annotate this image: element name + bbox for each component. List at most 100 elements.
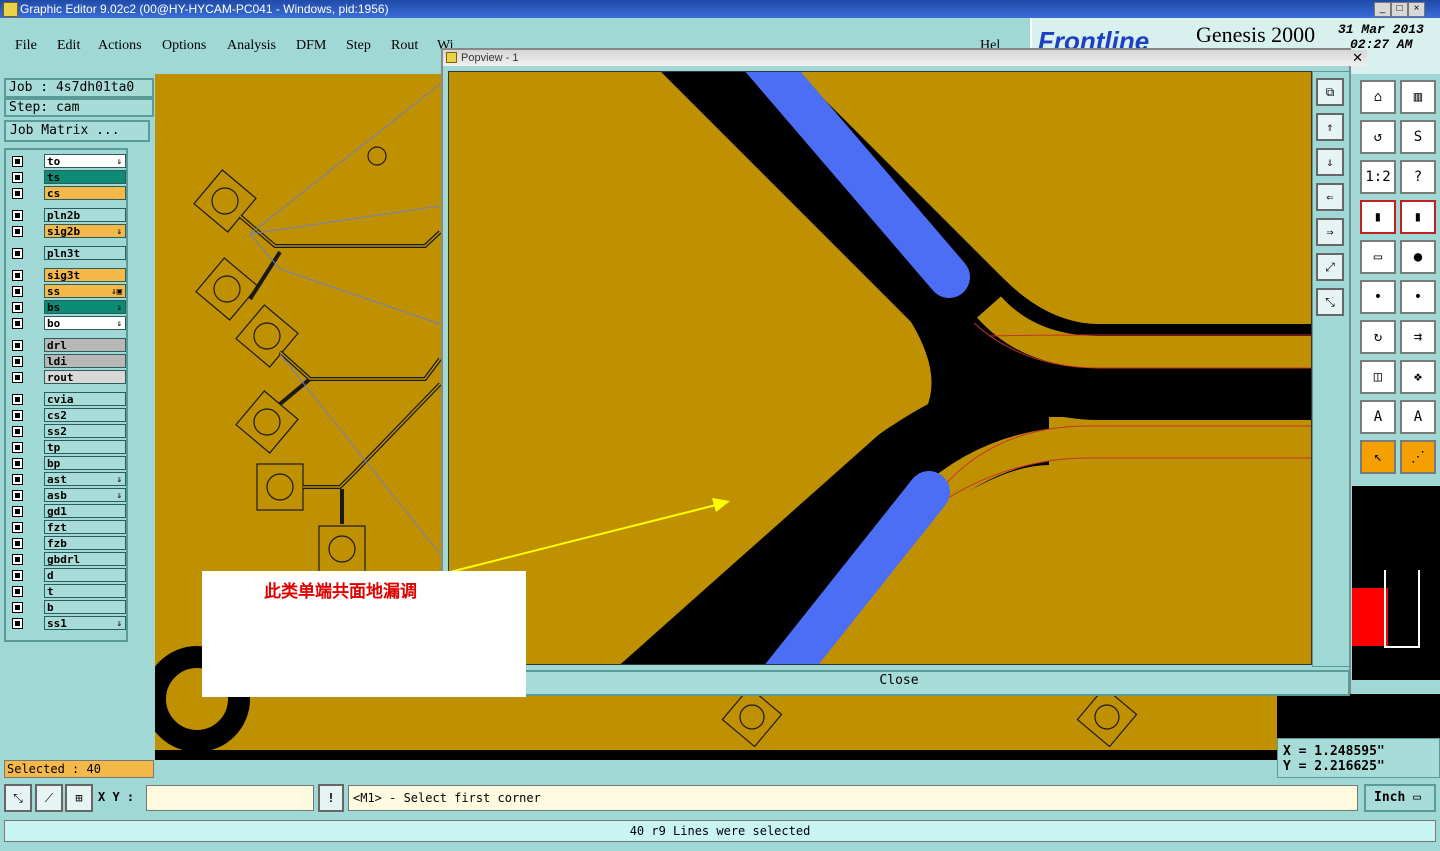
layer-name[interactable]: to ⇓ [44, 154, 126, 168]
layer-checkbox[interactable] [12, 302, 23, 313]
menu-dfm[interactable]: DFM [296, 38, 326, 54]
layer-name[interactable]: drl [44, 338, 126, 352]
tool-button-r4-0[interactable]: ▮ [1360, 200, 1396, 234]
zoom-area-icon[interactable]: ⤡ [4, 784, 32, 812]
layer-checkbox[interactable] [12, 426, 23, 437]
layer-name[interactable]: bp [44, 456, 126, 470]
layer-name[interactable]: cs [44, 186, 126, 200]
layer-checkbox[interactable] [12, 156, 23, 167]
layer-row-ts[interactable]: ts [9, 170, 127, 185]
menu-options[interactable]: Options [162, 38, 206, 54]
layer-row-cs2[interactable]: cs2 [9, 408, 127, 423]
tool-button-r10-1[interactable]: ⋰ [1400, 440, 1436, 474]
popview-tool-icon-3[interactable]: ⇐ [1316, 183, 1344, 211]
layer-name[interactable]: ss ⇓▣ [44, 284, 126, 298]
layer-checkbox[interactable] [12, 458, 23, 469]
layer-checkbox[interactable] [12, 210, 23, 221]
popview-tool-icon-1[interactable]: ⇑ [1316, 113, 1344, 141]
layer-row-drl[interactable]: drl [9, 338, 127, 353]
layer-checkbox[interactable] [12, 340, 23, 351]
layer-checkbox[interactable] [12, 474, 23, 485]
layer-row-gd1[interactable]: gd1 [9, 504, 127, 519]
popview-tool-icon-6[interactable]: ⤡ [1316, 288, 1344, 316]
layer-name[interactable]: ss2 [44, 424, 126, 438]
tool-button-r2-1[interactable]: S [1400, 120, 1436, 154]
tool-button-r6-0[interactable]: • [1360, 280, 1396, 314]
layer-row-to[interactable]: to ⇓ [9, 154, 127, 169]
layer-name[interactable]: fzt [44, 520, 126, 534]
layer-name[interactable]: sig3t [44, 268, 126, 282]
tool-button-r7-0[interactable]: ↻ [1360, 320, 1396, 354]
popview-tool-icon-2[interactable]: ⇓ [1316, 148, 1344, 176]
layer-name[interactable]: asb ⇓ [44, 488, 126, 502]
layer-checkbox[interactable] [12, 318, 23, 329]
layer-checkbox[interactable] [12, 538, 23, 549]
layer-name[interactable]: cs2 [44, 408, 126, 422]
layer-row-bs[interactable]: bs ⇓ [9, 300, 127, 315]
job-matrix-button[interactable]: Job Matrix ... [4, 120, 150, 142]
tool-button-r2-0[interactable]: ↺ [1360, 120, 1396, 154]
layer-row-ss[interactable]: ss ⇓▣ [9, 284, 127, 299]
menu-actions[interactable]: Actions [98, 38, 142, 54]
minimize-button[interactable]: _ [1374, 2, 1391, 17]
layer-name[interactable]: rout [44, 370, 126, 384]
alert-icon[interactable]: ! [318, 784, 344, 812]
tool-button-r3-0[interactable]: 1:2 [1360, 160, 1396, 194]
layer-checkbox[interactable] [12, 570, 23, 581]
layer-checkbox[interactable] [12, 586, 23, 597]
menu-edit[interactable]: Edit [57, 38, 80, 54]
layer-name[interactable]: tp [44, 440, 126, 454]
layer-row-sig2b[interactable]: sig2b ⇓ [9, 224, 127, 239]
layer-row-sig3t[interactable]: sig3t [9, 268, 127, 283]
layer-checkbox[interactable] [12, 554, 23, 565]
units-selector[interactable]: Inch ▭ [1364, 784, 1436, 812]
tool-button-r8-0[interactable]: ◫ [1360, 360, 1396, 394]
layer-name[interactable]: bo ⇓ [44, 316, 126, 330]
layer-name[interactable]: ldi [44, 354, 126, 368]
popview-tool-icon-5[interactable]: ⤢ [1316, 253, 1344, 281]
menu-file[interactable]: File [15, 38, 37, 54]
layer-row-tp[interactable]: tp [9, 440, 127, 455]
layer-checkbox[interactable] [12, 522, 23, 533]
layer-row-d[interactable]: d [9, 568, 127, 583]
layer-row-cvia[interactable]: cvia [9, 392, 127, 407]
window-close-button[interactable]: × [1408, 2, 1425, 17]
minimap[interactable] [1352, 570, 1440, 680]
layer-checkbox[interactable] [12, 248, 23, 259]
layer-row-bp[interactable]: bp [9, 456, 127, 471]
tool-button-r3-1[interactable]: ? [1400, 160, 1436, 194]
layer-checkbox[interactable] [12, 226, 23, 237]
layer-name[interactable]: gd1 [44, 504, 126, 518]
layer-row-gbdrl[interactable]: gbdrl [9, 552, 127, 567]
tool-button-r10-0[interactable]: ↖ [1360, 440, 1396, 474]
layer-checkbox[interactable] [12, 490, 23, 501]
layer-row-fzt[interactable]: fzt [9, 520, 127, 535]
layer-checkbox[interactable] [12, 394, 23, 405]
layer-row-ast[interactable]: ast ⇓ [9, 472, 127, 487]
layer-name[interactable]: ss1 ⇓ [44, 616, 126, 630]
layer-name[interactable]: pln2b [44, 208, 126, 222]
layer-name[interactable]: sig2b ⇓ [44, 224, 126, 238]
layer-name[interactable]: t [44, 584, 126, 598]
grid-icon[interactable]: ⊞ [65, 784, 93, 812]
layer-name[interactable]: ast ⇓ [44, 472, 126, 486]
layer-checkbox[interactable] [12, 172, 23, 183]
tool-button-r5-1[interactable]: ● [1400, 240, 1436, 274]
layer-row-cs[interactable]: cs [9, 186, 127, 201]
maximize-button[interactable]: □ [1391, 2, 1408, 17]
layer-row-asb[interactable]: asb ⇓ [9, 488, 127, 503]
layer-name[interactable]: cvia [44, 392, 126, 406]
layer-row-t[interactable]: t [9, 584, 127, 599]
popview-close-button[interactable]: Close [448, 670, 1350, 696]
layer-name[interactable]: d [44, 568, 126, 582]
layer-checkbox[interactable] [12, 506, 23, 517]
layer-row-fzb[interactable]: fzb [9, 536, 127, 551]
layer-checkbox[interactable] [12, 286, 23, 297]
layer-row-b[interactable]: b [9, 600, 127, 615]
layer-checkbox[interactable] [12, 618, 23, 629]
layer-name[interactable]: pln3t [44, 246, 126, 260]
layer-checkbox[interactable] [12, 602, 23, 613]
menu-rout[interactable]: Rout [391, 38, 418, 54]
popview-tool-icon-4[interactable]: ⇒ [1316, 218, 1344, 246]
layer-checkbox[interactable] [12, 188, 23, 199]
